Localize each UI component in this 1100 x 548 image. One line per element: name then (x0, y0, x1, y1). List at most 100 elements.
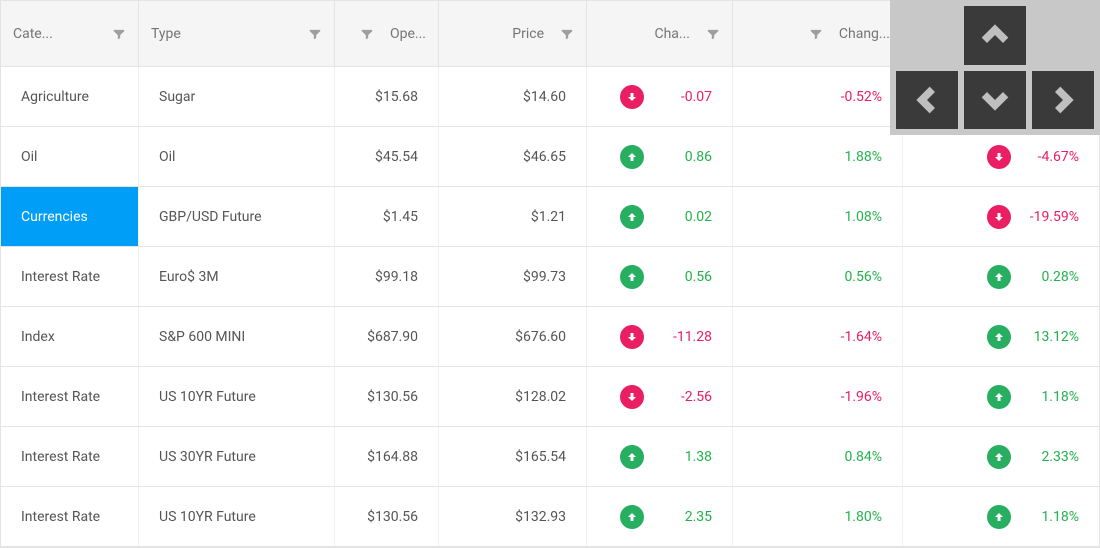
column-label: Chang... (839, 26, 890, 42)
cell-price[interactable]: $128.02 (439, 367, 587, 426)
table-row[interactable]: Interest RateUS 30YR Future$164.88$165.5… (1, 427, 1099, 487)
cell-open[interactable]: $15.68 (335, 67, 439, 126)
cell-change-year[interactable]: 2.33% (903, 427, 1099, 486)
filter-icon[interactable] (112, 27, 126, 41)
change-year-value: 0.28% (1025, 269, 1079, 285)
cell-type[interactable]: Sugar (139, 67, 335, 126)
change-year-value: 1.18% (1025, 389, 1079, 405)
arrow-up-icon (620, 265, 644, 289)
cell-change-percent[interactable]: 1.88% (733, 127, 903, 186)
cell-category[interactable]: Index (1, 307, 139, 366)
table-row[interactable]: IndexS&P 600 MINI$687.90$676.60-11.28 -1.… (1, 307, 1099, 367)
filter-icon[interactable] (809, 27, 823, 41)
column-header-open[interactable]: Ope... (335, 1, 439, 66)
cell-price[interactable]: $1.21 (439, 187, 587, 246)
cell-type[interactable]: S&P 600 MINI (139, 307, 335, 366)
cell-type[interactable]: Oil (139, 127, 335, 186)
table-row[interactable]: Interest RateUS 10YR Future$130.56$132.9… (1, 487, 1099, 547)
cell-change-year[interactable]: -19.59% (903, 187, 1099, 246)
cell-category[interactable]: Currencies (1, 187, 139, 246)
column-header-price[interactable]: Price (439, 1, 587, 66)
table-row[interactable]: OilOil$45.54$46.650.861.88%-4.67% (1, 127, 1099, 187)
cell-open[interactable]: $45.54 (335, 127, 439, 186)
cell-type[interactable]: US 10YR Future (139, 367, 335, 426)
cell-price[interactable]: $165.54 (439, 427, 587, 486)
change-percent-value: 0.56% (844, 269, 882, 285)
cell-open[interactable]: $687.90 (335, 307, 439, 366)
rows-container: AgricultureSugar$15.68$14.60-0.07-0.52% O… (1, 67, 1099, 547)
cell-type[interactable]: US 30YR Future (139, 427, 335, 486)
cell-change[interactable]: 0.56 (587, 247, 733, 306)
arrow-down-icon (620, 85, 644, 109)
change-year-value: -4.67% (1025, 149, 1079, 165)
table-row[interactable]: CurrenciesGBP/USD Future$1.45$1.210.021.… (1, 187, 1099, 247)
arrow-down-icon (620, 385, 644, 409)
change-percent-value: 1.80% (844, 509, 882, 525)
cell-open[interactable]: $130.56 (335, 367, 439, 426)
arrow-down-icon (987, 205, 1011, 229)
cell-change-percent[interactable]: -0.52% (733, 67, 903, 126)
cell-change[interactable]: 2.35 (587, 487, 733, 546)
cell-change-year[interactable]: 0.28% (903, 247, 1099, 306)
column-header-change-percent[interactable]: Chang... (733, 1, 903, 66)
cell-category[interactable]: Agriculture (1, 67, 139, 126)
arrow-up-icon (987, 445, 1011, 469)
column-label: Cha... (654, 26, 690, 42)
cell-change-year[interactable]: 13.12% (903, 307, 1099, 366)
cell-change-year[interactable]: -4.67% (903, 127, 1099, 186)
dpad-right-button[interactable] (1032, 71, 1094, 130)
cell-price[interactable]: $14.60 (439, 67, 587, 126)
cell-price[interactable]: $46.65 (439, 127, 587, 186)
cell-change-percent[interactable]: -1.96% (733, 367, 903, 426)
cell-type[interactable]: Euro$ 3M (139, 247, 335, 306)
change-year-value: 2.33% (1025, 449, 1079, 465)
cell-category[interactable]: Interest Rate (1, 427, 139, 486)
cell-price[interactable]: $676.60 (439, 307, 587, 366)
filter-icon[interactable] (706, 27, 720, 41)
cell-category[interactable]: Oil (1, 127, 139, 186)
cell-category[interactable]: Interest Rate (1, 247, 139, 306)
change-percent-value: -1.96% (841, 389, 882, 405)
cell-change-percent[interactable]: 1.08% (733, 187, 903, 246)
cell-change-percent[interactable]: 0.84% (733, 427, 903, 486)
dpad-down-button[interactable] (964, 71, 1026, 130)
cell-type[interactable]: GBP/USD Future (139, 187, 335, 246)
table-row[interactable]: Interest RateUS 10YR Future$130.56$128.0… (1, 367, 1099, 427)
cell-change-percent[interactable]: -1.64% (733, 307, 903, 366)
cell-open[interactable]: $99.18 (335, 247, 439, 306)
cell-price[interactable]: $132.93 (439, 487, 587, 546)
cell-change-percent[interactable]: 0.56% (733, 247, 903, 306)
filter-icon[interactable] (308, 27, 322, 41)
dpad-up-button[interactable] (964, 6, 1026, 65)
cell-category[interactable]: Interest Rate (1, 367, 139, 426)
cell-change[interactable]: -2.56 (587, 367, 733, 426)
cell-open[interactable]: $164.88 (335, 427, 439, 486)
arrow-up-icon (987, 505, 1011, 529)
cell-change[interactable]: 0.02 (587, 187, 733, 246)
cell-change-year[interactable]: 1.18% (903, 367, 1099, 426)
dpad-spacer (1032, 6, 1094, 65)
filter-icon[interactable] (360, 27, 374, 41)
column-header-category[interactable]: Cate... (1, 1, 139, 66)
dpad-left-button[interactable] (896, 71, 958, 130)
cell-open[interactable]: $130.56 (335, 487, 439, 546)
cell-price[interactable]: $99.73 (439, 247, 587, 306)
filter-icon[interactable] (560, 27, 574, 41)
table-row[interactable]: Interest RateEuro$ 3M$99.18$99.730.56 0.5… (1, 247, 1099, 307)
cell-change[interactable]: -0.07 (587, 67, 733, 126)
cell-change[interactable]: -11.28 (587, 307, 733, 366)
cell-open[interactable]: $1.45 (335, 187, 439, 246)
cell-category[interactable]: Interest Rate (1, 487, 139, 546)
cell-change[interactable]: 0.86 (587, 127, 733, 186)
arrow-up-icon (987, 385, 1011, 409)
cell-change-year[interactable]: 1.18% (903, 487, 1099, 546)
arrow-down-icon (987, 145, 1011, 169)
column-header-change[interactable]: Cha... (587, 1, 733, 66)
cell-type[interactable]: US 10YR Future (139, 487, 335, 546)
change-percent-value: -1.64% (841, 329, 882, 345)
change-percent-value: 1.88% (844, 149, 882, 165)
column-label: Ope... (390, 26, 426, 42)
column-header-type[interactable]: Type (139, 1, 335, 66)
cell-change[interactable]: 1.38 (587, 427, 733, 486)
cell-change-percent[interactable]: 1.80% (733, 487, 903, 546)
